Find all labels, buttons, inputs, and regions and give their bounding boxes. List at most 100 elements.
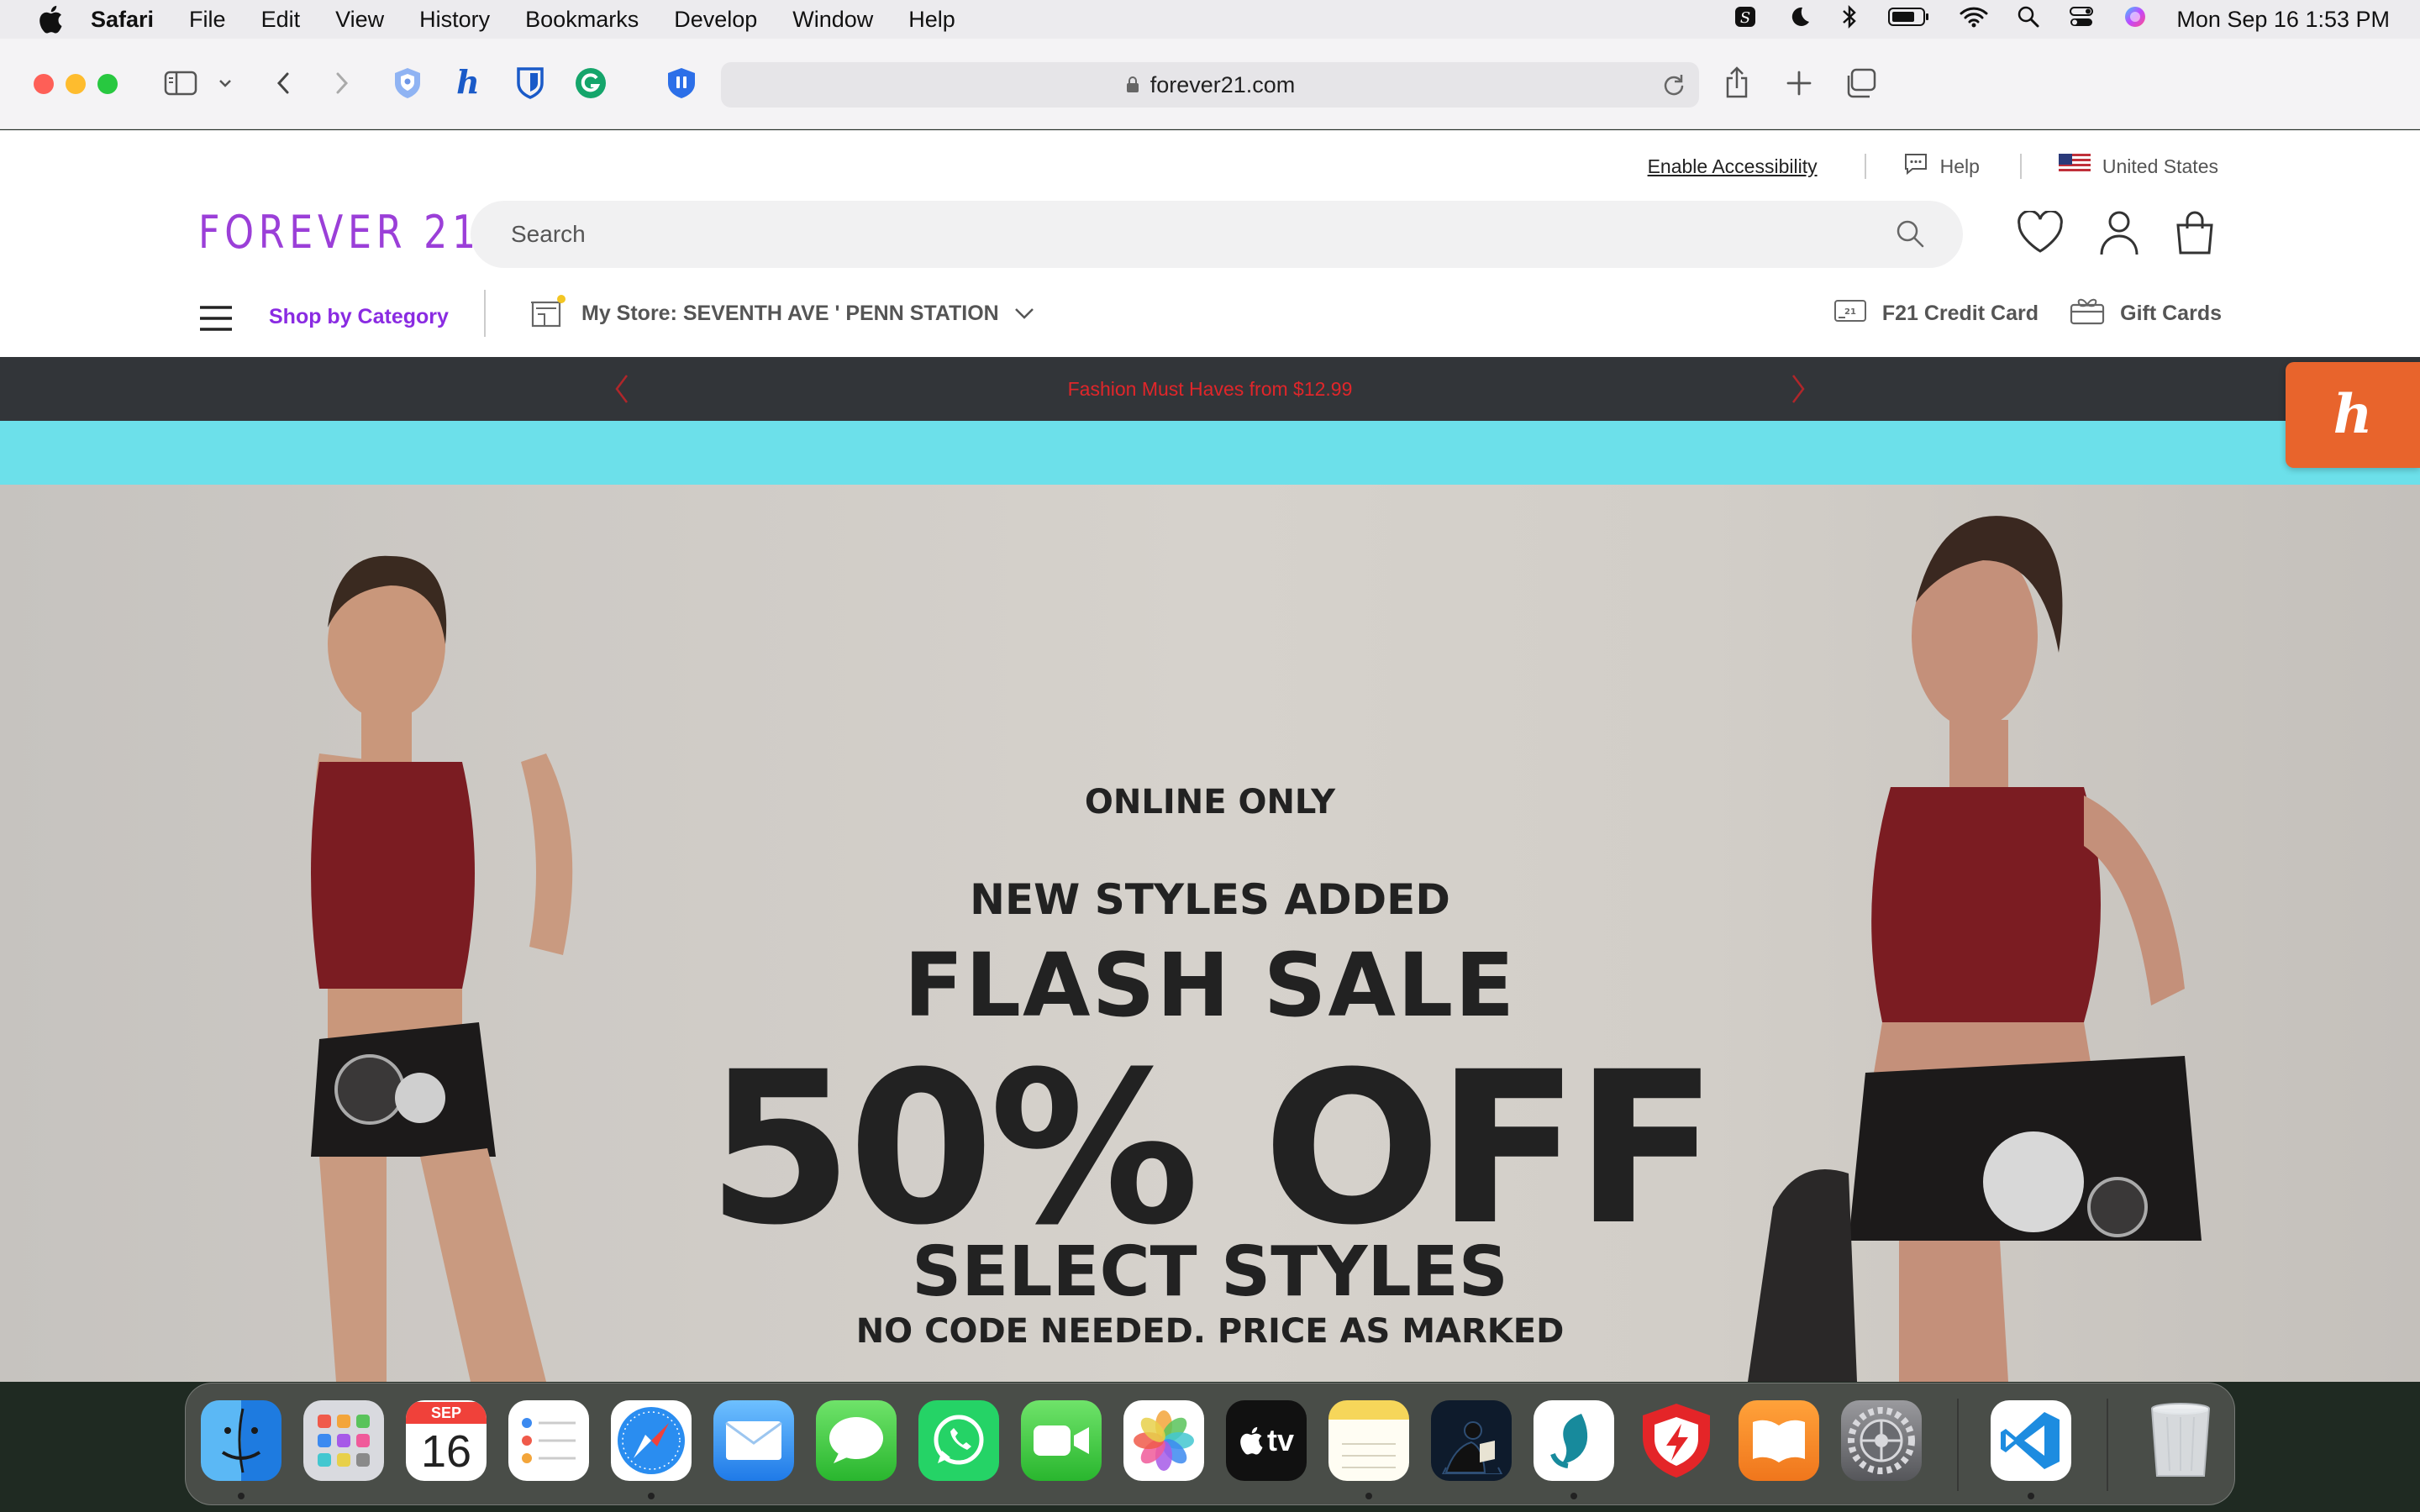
address-bar[interactable]: forever21.com xyxy=(721,62,1699,108)
system-settings-icon[interactable] xyxy=(1841,1400,1922,1481)
menu-view[interactable]: View xyxy=(335,7,384,33)
minimize-window-button[interactable] xyxy=(66,74,86,94)
divider xyxy=(484,290,486,337)
zoom-window-button[interactable] xyxy=(97,74,118,94)
wifi-icon[interactable] xyxy=(1960,5,1988,34)
sidebar-toggle-icon[interactable] xyxy=(161,64,200,102)
messages-icon[interactable] xyxy=(816,1400,897,1481)
hero-banner[interactable]: ONLINE ONLY NEW STYLES ADDED FLASH SALE … xyxy=(0,485,2420,1382)
forever21-logo[interactable]: FOREVER 21 xyxy=(198,206,481,259)
hero-new-styles: NEW STYLES ADDED xyxy=(970,875,1450,924)
credit-card-label: F21 Credit Card xyxy=(1881,301,2039,325)
honey-extension-icon[interactable]: h xyxy=(449,64,487,102)
hero-no-code: NO CODE NEEDED. PRICE AS MARKED xyxy=(855,1312,1565,1351)
reminders-icon[interactable] xyxy=(508,1400,589,1481)
photos-icon[interactable] xyxy=(1123,1400,1204,1481)
menu-window[interactable]: Window xyxy=(792,7,873,33)
promo-banner: Fashion Must Haves from $12.99 xyxy=(0,357,2420,421)
us-flag-icon xyxy=(2058,154,2091,179)
running-indicator xyxy=(1570,1493,1577,1499)
lock-icon xyxy=(1125,76,1140,94)
mail-icon[interactable] xyxy=(713,1400,794,1481)
shop-by-category-link[interactable]: Shop by Category xyxy=(269,305,449,329)
utility-bar: Enable Accessibility Help United States xyxy=(1648,152,2218,181)
menu-file[interactable]: File xyxy=(189,7,226,33)
finder-icon[interactable] xyxy=(201,1400,281,1481)
site-search-bar[interactable] xyxy=(471,201,1963,268)
bluetooth-icon[interactable] xyxy=(1840,4,1859,35)
hero-select-styles: SELECT STYLES xyxy=(912,1232,1508,1312)
shopping-bag-icon[interactable] xyxy=(2170,207,2220,258)
facetime-icon[interactable] xyxy=(1021,1400,1102,1481)
privacy-shield-extension-icon[interactable] xyxy=(388,64,427,102)
launchpad-icon[interactable] xyxy=(303,1400,384,1481)
menu-help[interactable]: Help xyxy=(908,7,955,33)
share-icon[interactable] xyxy=(1718,64,1756,102)
calendar-month: SEP xyxy=(406,1402,487,1424)
safari-toolbar: h forever21.com xyxy=(0,39,2420,129)
tab-overview-icon[interactable] xyxy=(1842,64,1881,102)
macos-dock: SEP 16 tv xyxy=(185,1383,2235,1505)
promo-prev-arrow-icon[interactable] xyxy=(612,372,632,411)
honey-tab-button[interactable]: h xyxy=(2286,362,2420,468)
grammarly-extension-icon[interactable] xyxy=(571,64,610,102)
apple-tv-icon[interactable]: tv xyxy=(1226,1400,1307,1481)
url-text[interactable]: forever21.com xyxy=(1150,72,1296,98)
battery-icon[interactable] xyxy=(1887,6,1931,34)
gift-cards-label: Gift Cards xyxy=(2120,301,2222,325)
calendar-icon[interactable]: SEP 16 xyxy=(406,1400,487,1481)
vscode-icon[interactable] xyxy=(1991,1400,2071,1481)
safari-icon[interactable] xyxy=(611,1400,692,1481)
menu-app-name[interactable]: Safari xyxy=(91,7,154,33)
back-button-icon[interactable] xyxy=(264,64,302,102)
menu-bar-clock[interactable]: Mon Sep 16 1:53 PM xyxy=(2176,7,2390,33)
enable-accessibility-link[interactable]: Enable Accessibility xyxy=(1648,155,1818,178)
menu-develop[interactable]: Develop xyxy=(674,7,757,33)
menu-edit[interactable]: Edit xyxy=(261,7,301,33)
f21-credit-card-link[interactable]: 21 F21 Credit Card xyxy=(1833,290,2039,337)
reload-icon[interactable] xyxy=(1662,72,1686,103)
scrivener-status-icon[interactable]: S xyxy=(1733,4,1758,35)
svg-text:h: h xyxy=(2333,384,2373,443)
close-window-button[interactable] xyxy=(34,74,54,94)
gift-card-icon xyxy=(2070,297,2105,331)
pause-extension-icon[interactable] xyxy=(662,64,701,102)
kindle-icon[interactable] xyxy=(1431,1400,1512,1481)
antivirus-shield-icon[interactable] xyxy=(1636,1400,1717,1481)
forward-button-icon[interactable] xyxy=(323,64,361,102)
help-link[interactable]: Help xyxy=(1903,152,1980,181)
trash-icon[interactable] xyxy=(2140,1400,2221,1481)
new-tab-icon[interactable] xyxy=(1780,64,1818,102)
calendar-day: 16 xyxy=(420,1426,472,1477)
gift-cards-link[interactable]: Gift Cards xyxy=(2070,290,2222,337)
menu-bookmarks[interactable]: Bookmarks xyxy=(525,7,639,33)
bitwarden-extension-icon[interactable] xyxy=(511,64,550,102)
menu-history[interactable]: History xyxy=(419,7,490,33)
apple-menu-icon[interactable] xyxy=(34,5,67,34)
wishlist-heart-icon[interactable] xyxy=(2015,207,2065,258)
hero-flash-sale: FLASH SALE xyxy=(903,934,1517,1037)
hamburger-menu-icon[interactable] xyxy=(198,305,234,336)
books-icon[interactable] xyxy=(1739,1400,1819,1481)
search-icon[interactable] xyxy=(1894,218,1926,255)
account-user-icon[interactable] xyxy=(2094,207,2144,258)
chevron-down-icon[interactable] xyxy=(208,64,242,102)
spotlight-search-icon[interactable] xyxy=(2017,5,2040,34)
divider xyxy=(2019,154,2022,179)
notes-icon[interactable] xyxy=(1328,1400,1409,1481)
hero-online-only: ONLINE ONLY xyxy=(1084,783,1336,822)
control-center-icon[interactable] xyxy=(2069,5,2094,34)
running-indicator xyxy=(2028,1493,2034,1499)
promo-text[interactable]: Fashion Must Haves from $12.99 xyxy=(1068,378,1353,401)
whatsapp-icon[interactable] xyxy=(918,1400,999,1481)
honey-h-icon: h xyxy=(2328,383,2378,447)
chat-icon xyxy=(1903,152,1928,181)
surfshark-icon[interactable] xyxy=(1534,1400,1614,1481)
promo-next-arrow-icon[interactable] xyxy=(1788,372,1808,411)
country-selector[interactable]: United States xyxy=(2058,154,2218,179)
do-not-disturb-icon[interactable] xyxy=(1786,4,1812,35)
search-input[interactable] xyxy=(511,221,1771,248)
siri-icon[interactable] xyxy=(2123,4,2148,35)
apple-tv-label: tv xyxy=(1266,1423,1294,1457)
my-store-selector[interactable]: My Store: SEVENTH AVE ' PENN STATION xyxy=(529,290,1034,337)
